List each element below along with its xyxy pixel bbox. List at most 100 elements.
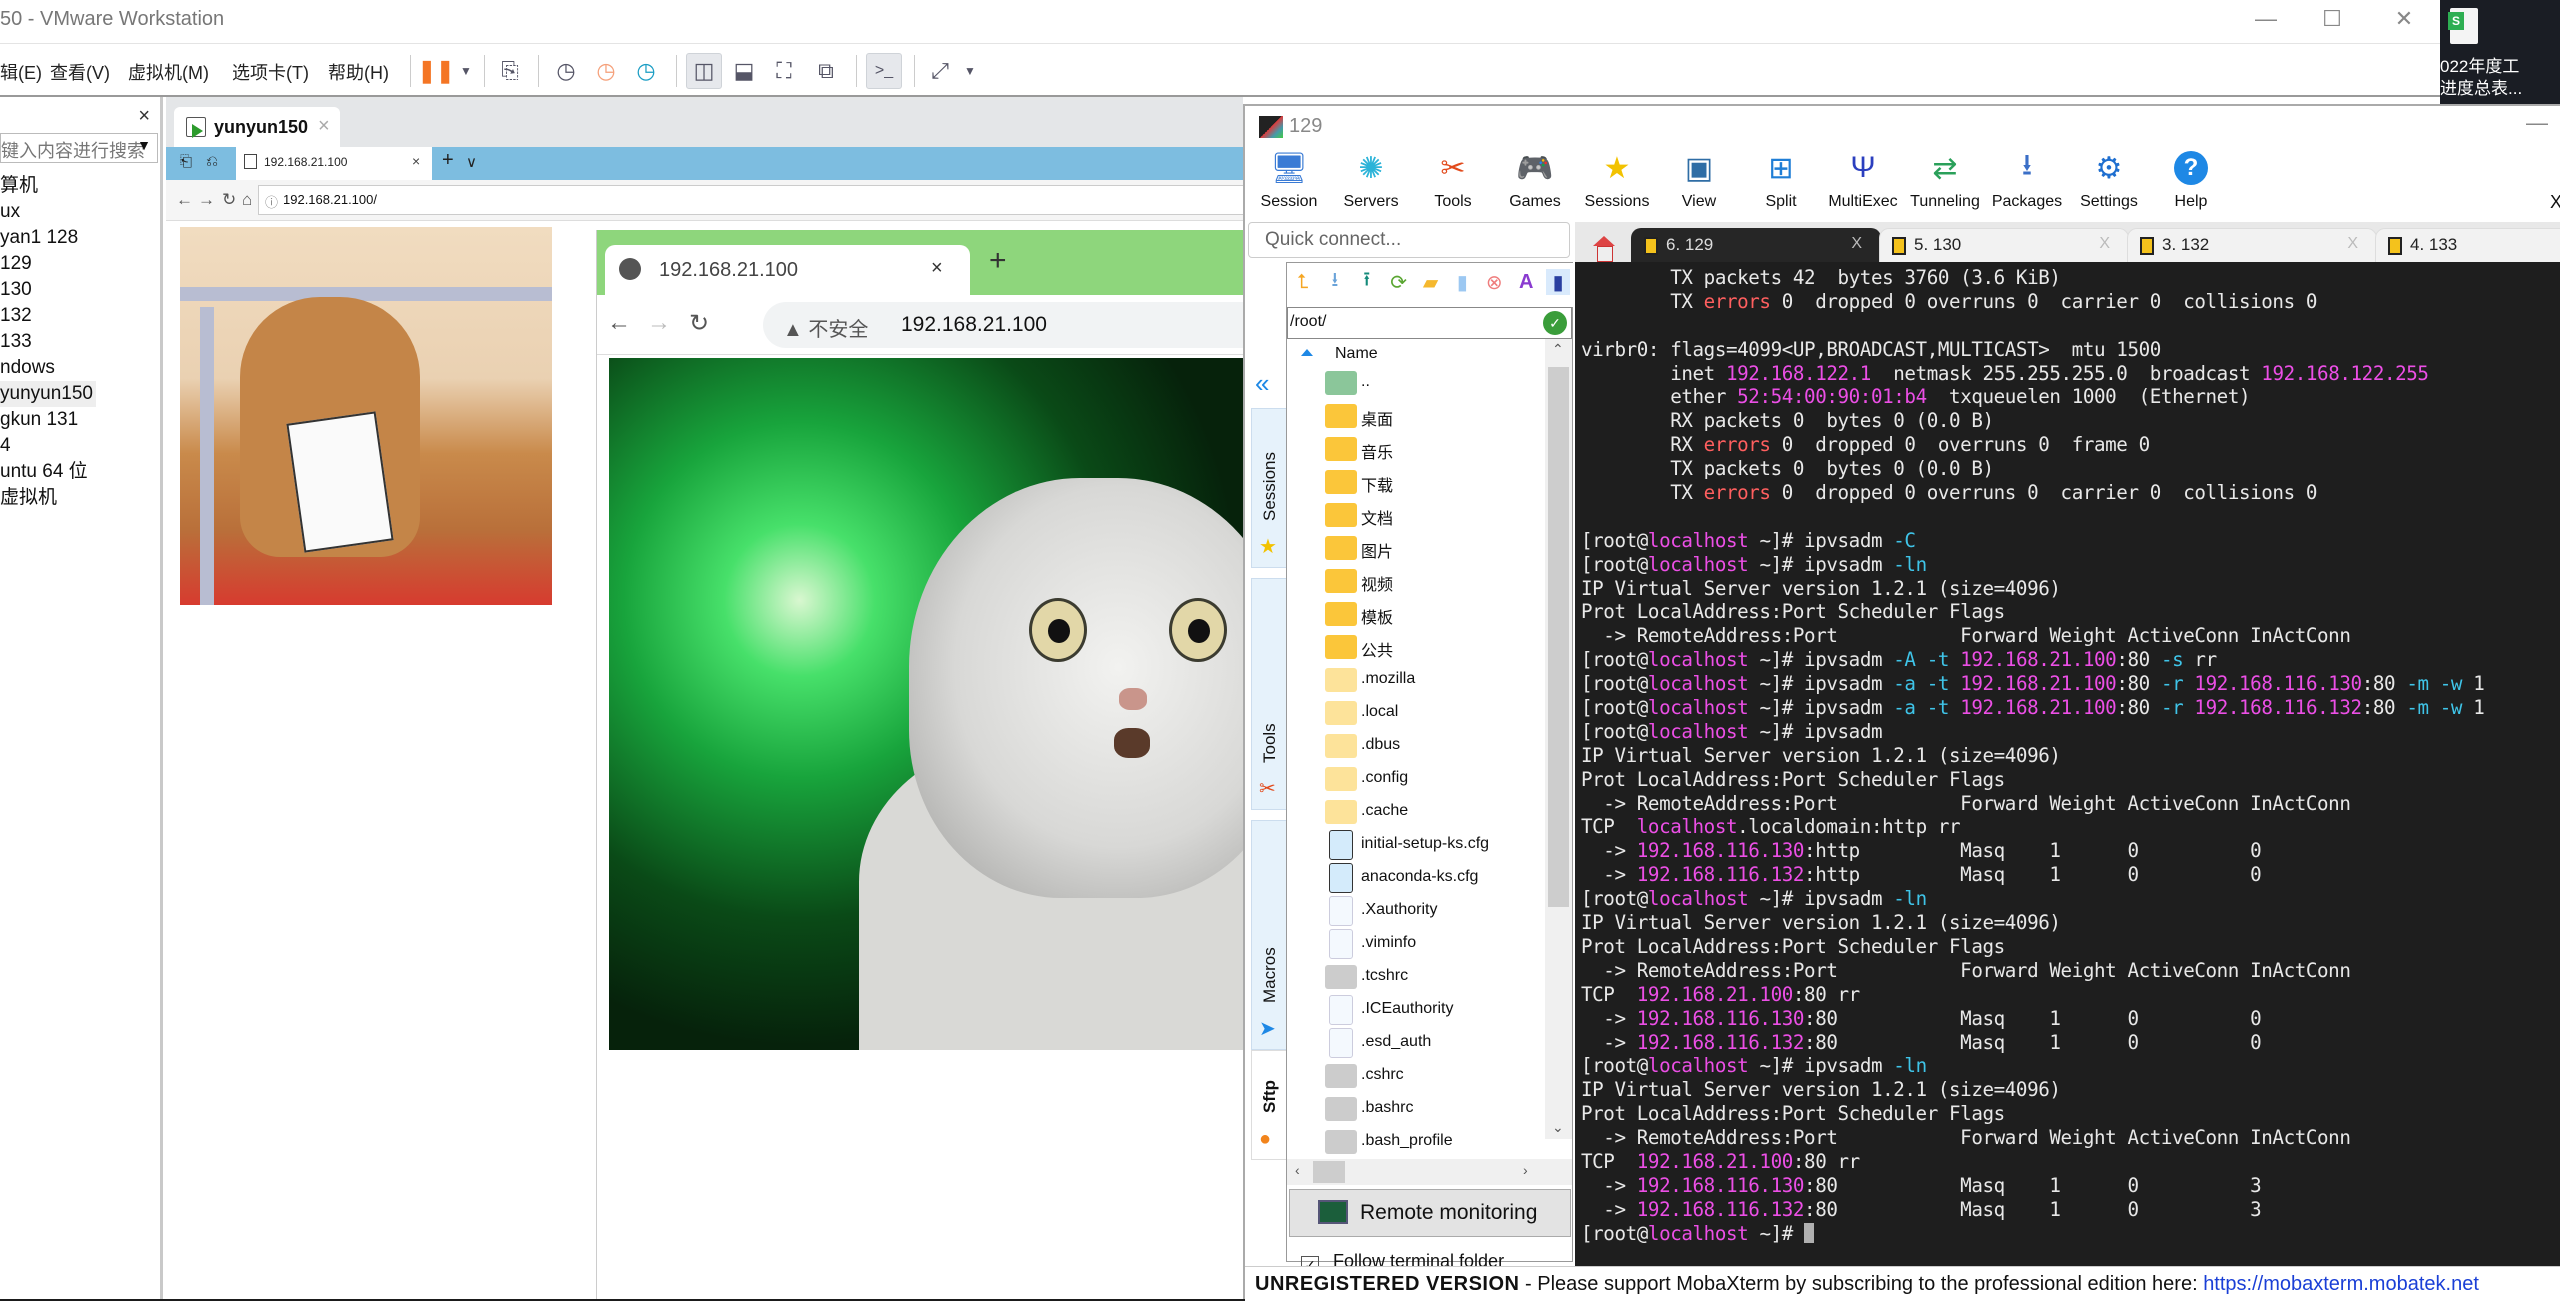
minimize-button[interactable]: —	[2526, 110, 2548, 136]
toolbar-session-button[interactable]: 🖥 Session	[1249, 146, 1329, 211]
file-row[interactable]: 模板	[1287, 598, 1545, 631]
library-item[interactable]: yunyun150	[0, 381, 96, 407]
name-column-header[interactable]: Name	[1287, 339, 1545, 367]
session-tab-close[interactable]: X	[2347, 235, 2358, 253]
scrollbar-thumb[interactable]	[1313, 1161, 1345, 1183]
file-row[interactable]: 音乐	[1287, 433, 1545, 466]
file-row[interactable]: .cache	[1287, 796, 1545, 829]
minimize-button[interactable]: —	[2246, 6, 2286, 32]
show-hidden-icon[interactable]: ▮	[1546, 269, 1571, 295]
file-row[interactable]: .tcshrc	[1287, 961, 1545, 994]
toolbar-games-button[interactable]: 🎮 Games	[1495, 146, 1575, 211]
file-row[interactable]: .ICEauthority	[1287, 994, 1545, 1027]
file-row[interactable]: 下载	[1287, 466, 1545, 499]
toolbar-servers-button[interactable]: ✺ Servers	[1331, 146, 1411, 211]
scroll-down-icon[interactable]: ⌄	[1552, 1119, 1564, 1136]
side-tab-sessions[interactable]: Sessions ★	[1251, 408, 1287, 568]
session-tab[interactable]: 3. 132 X	[2127, 228, 2377, 262]
remote-monitoring-button[interactable]: Remote monitoring	[1289, 1189, 1571, 1237]
path-ok-icon[interactable]: ✓	[1543, 311, 1567, 335]
session-tab-close[interactable]: X	[2099, 235, 2110, 253]
menu-tabs[interactable]: 选项卡(T)	[232, 59, 309, 85]
chrome-omnibox[interactable]: ▲ 不安全 192.168.21.100	[763, 302, 1243, 348]
menu-view[interactable]: 查看(V)	[50, 59, 110, 85]
terminal[interactable]: TX packets 42 bytes 3760 (3.6 KiB) TX er…	[1575, 262, 2560, 1268]
file-row[interactable]: .mozilla	[1287, 664, 1545, 697]
file-row[interactable]: anaconda-ks.cfg	[1287, 862, 1545, 895]
reload-icon[interactable]: ↻	[689, 309, 709, 338]
side-tab-sftp[interactable]: Sftp ●	[1251, 1050, 1287, 1160]
library-close-button[interactable]: ×	[138, 105, 150, 128]
parent-folder-icon[interactable]: ⮤	[1291, 269, 1315, 295]
file-row[interactable]: 文档	[1287, 499, 1545, 532]
guest-display[interactable]: ⎗ ⎌ 192.168.21.100 × + ∨ ← → ↻ ⌂ ⓘ 192.1…	[166, 147, 1248, 1299]
toolbar-split-button[interactable]: ⊞ Split	[1741, 146, 1821, 211]
home-tab-icon[interactable]	[1593, 236, 1615, 262]
toolbar-tunneling-button[interactable]: ⇄ Tunneling	[1905, 146, 1985, 211]
delete-icon[interactable]: ⊗	[1482, 269, 1506, 295]
back-icon[interactable]: ←	[607, 309, 631, 337]
vm-tab-yunyun150[interactable]: yunyun150 ×	[174, 107, 340, 147]
insecure-indicator[interactable]: ▲ 不安全	[783, 313, 868, 342]
file-row[interactable]: .esd_auth	[1287, 1027, 1545, 1060]
tabs-aside-icon[interactable]: ⎌	[206, 153, 218, 170]
firefox-url-bar[interactable]: ⓘ 192.168.21.100/	[258, 185, 1248, 215]
back-icon[interactable]: ←	[176, 190, 193, 210]
file-row[interactable]: .bash_profile	[1287, 1126, 1545, 1159]
file-row[interactable]: .cshrc	[1287, 1060, 1545, 1093]
collapse-sidebar-icon[interactable]: «	[1255, 368, 1269, 399]
library-view-icon[interactable]: ◫	[686, 53, 722, 89]
file-row[interactable]: .config	[1287, 763, 1545, 796]
chrome-tab-close[interactable]: ×	[931, 257, 943, 280]
scroll-left-icon[interactable]: ‹	[1295, 1162, 1300, 1178]
snapshot-manager-icon[interactable]: ◷	[628, 53, 664, 89]
side-tab-tools[interactable]: Tools ✂	[1251, 578, 1287, 810]
site-info-icon[interactable]: ⓘ	[265, 192, 278, 211]
maximize-button[interactable]: ☐	[2312, 6, 2352, 32]
file-row[interactable]: .local	[1287, 697, 1545, 730]
library-item[interactable]: yan1 128	[0, 225, 160, 251]
library-item[interactable]: 133	[0, 329, 160, 355]
mobatek-link[interactable]: https://mobaxterm.mobatek.net	[2203, 1273, 2479, 1295]
file-row[interactable]: 图片	[1287, 532, 1545, 565]
file-row[interactable]: initial-setup-ks.cfg	[1287, 829, 1545, 862]
chrome-tab[interactable]: 192.168.21.100 ×	[605, 245, 970, 295]
toolbar-settings-button[interactable]: ⚙ Settings	[2069, 146, 2149, 211]
file-row[interactable]: .bashrc	[1287, 1093, 1545, 1126]
forward-icon[interactable]: →	[647, 309, 671, 337]
toolbar-packages-button[interactable]: ⭳ Packages	[1987, 146, 2067, 211]
chrome-new-tab-button[interactable]: +	[989, 244, 1007, 278]
file-row[interactable]: .viminfo	[1287, 928, 1545, 961]
toolbar-multiexec-button[interactable]: Ψ MultiExec	[1823, 146, 1903, 211]
session-tab-close[interactable]: X	[1851, 235, 1862, 253]
file-row[interactable]: 桌面	[1287, 400, 1545, 433]
toolbar-view-button[interactable]: ▣ View	[1659, 146, 1739, 211]
library-item[interactable]: 虚拟机	[0, 485, 160, 511]
tab-actions-icon[interactable]: ⎗	[180, 153, 192, 170]
send-ctrl-alt-del-icon[interactable]: ⎘	[492, 53, 528, 89]
library-item[interactable]: 4	[0, 433, 160, 459]
file-row[interactable]: 视频	[1287, 565, 1545, 598]
pause-dropdown-icon[interactable]: ▼	[448, 53, 484, 89]
file-row[interactable]: .Xauthority	[1287, 895, 1545, 928]
home-icon[interactable]: ⌂	[242, 190, 252, 210]
refresh-icon[interactable]: ⟳	[1387, 269, 1411, 295]
scroll-up-icon[interactable]: ⌃	[1552, 341, 1564, 358]
close-button[interactable]: ✕	[2384, 6, 2424, 32]
upload-icon[interactable]: ⭱	[1355, 269, 1379, 295]
snapshot-take-icon[interactable]: ◷	[548, 53, 584, 89]
firefox-new-tab-button[interactable]: +	[442, 149, 454, 172]
rename-icon[interactable]: A	[1514, 269, 1538, 295]
library-item[interactable]: 132	[0, 303, 160, 329]
library-item[interactable]: 129	[0, 251, 160, 277]
fullscreen-icon[interactable]: ⛶	[766, 53, 802, 89]
file-row[interactable]: .dbus	[1287, 730, 1545, 763]
firefox-tab[interactable]: 192.168.21.100 ×	[236, 147, 432, 180]
quick-connect-input[interactable]: Quick connect...	[1248, 222, 1570, 258]
console-view-icon[interactable]: >_	[866, 53, 902, 89]
desktop-spreadsheet-shortcut[interactable]: 022年度工 进度总表...	[2440, 0, 2560, 104]
thumbnail-bar-icon[interactable]: ⬓	[726, 53, 762, 89]
search-dropdown-icon[interactable]: ▼	[137, 137, 151, 153]
sftp-path-input[interactable]: /root/ ✓	[1287, 307, 1572, 339]
scrollbar-thumb[interactable]	[1548, 367, 1569, 907]
